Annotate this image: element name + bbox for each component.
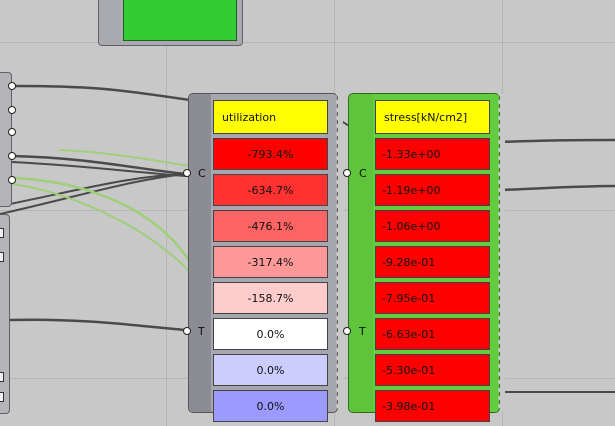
- input-port-c[interactable]: [343, 169, 351, 177]
- port-label-t: T: [359, 325, 366, 338]
- output-port[interactable]: [8, 106, 16, 114]
- wire: [11, 161, 187, 177]
- panel-value-cell: -3.98e-01: [375, 390, 490, 422]
- panel-input-strip: [189, 94, 211, 412]
- panel-value-cell: -5.30e-01: [375, 354, 490, 386]
- input-port-c[interactable]: [183, 169, 191, 177]
- panel-value-cell: -634.7%: [213, 174, 328, 206]
- panel-value-cell: 0.0%: [213, 354, 328, 386]
- panel-value-cell: -9.28e-01: [375, 246, 490, 278]
- stress-panel[interactable]: C T stress[kN/cm2] -1.33e+00 -1.19e+00 -1.…: [348, 93, 505, 422]
- wire: [498, 184, 615, 192]
- output-port[interactable]: [8, 82, 16, 90]
- port-label-c: C: [198, 167, 206, 180]
- panel-value-cell: -1.06e+00: [375, 210, 490, 242]
- panel-value-cell: -6.63e-01: [375, 318, 490, 350]
- panel-header: utilization: [213, 100, 328, 134]
- panel-header: stress[kN/cm2]: [375, 100, 490, 134]
- utilization-panel[interactable]: C T utilization -793.4% -634.7% -476.1% -31…: [188, 93, 343, 422]
- input-port-t[interactable]: [343, 327, 351, 335]
- input-port-t[interactable]: [183, 327, 191, 335]
- wire: [8, 318, 188, 332]
- panel-value-cell: -793.4%: [213, 138, 328, 170]
- panel-value-cell: -158.7%: [213, 282, 328, 314]
- panel-input-strip: [349, 94, 373, 412]
- panel-edge: [498, 94, 505, 412]
- output-port[interactable]: [8, 128, 16, 136]
- panel-value-cell: 0.0%: [213, 390, 328, 422]
- panel-value-cell: -476.1%: [213, 210, 328, 242]
- left-component[interactable]: [0, 72, 12, 207]
- output-port[interactable]: [8, 152, 16, 160]
- toggle-box[interactable]: [0, 392, 4, 402]
- wire: [10, 154, 188, 176]
- port-label-t: T: [198, 325, 205, 338]
- output-port[interactable]: [8, 176, 16, 184]
- colour-swatch-component[interactable]: [98, 0, 243, 46]
- panel-value-cell: -1.33e+00: [375, 138, 490, 170]
- port-label-c: C: [359, 167, 367, 180]
- panel-value-cell: -317.4%: [213, 246, 328, 278]
- panel-value-cell: 0.0%: [213, 318, 328, 350]
- toggle-box[interactable]: [0, 372, 4, 382]
- panel-value-cell: -1.19e+00: [375, 174, 490, 206]
- panel-edge: [336, 94, 343, 412]
- wire: [498, 138, 615, 144]
- toggle-box[interactable]: [0, 228, 4, 238]
- panel-value-cell: -7.95e-01: [375, 282, 490, 314]
- left-component-lower[interactable]: [0, 214, 10, 414]
- wire: [59, 149, 191, 167]
- toggle-box[interactable]: [0, 252, 4, 262]
- wire: [10, 84, 192, 102]
- colour-swatch[interactable]: [123, 0, 237, 41]
